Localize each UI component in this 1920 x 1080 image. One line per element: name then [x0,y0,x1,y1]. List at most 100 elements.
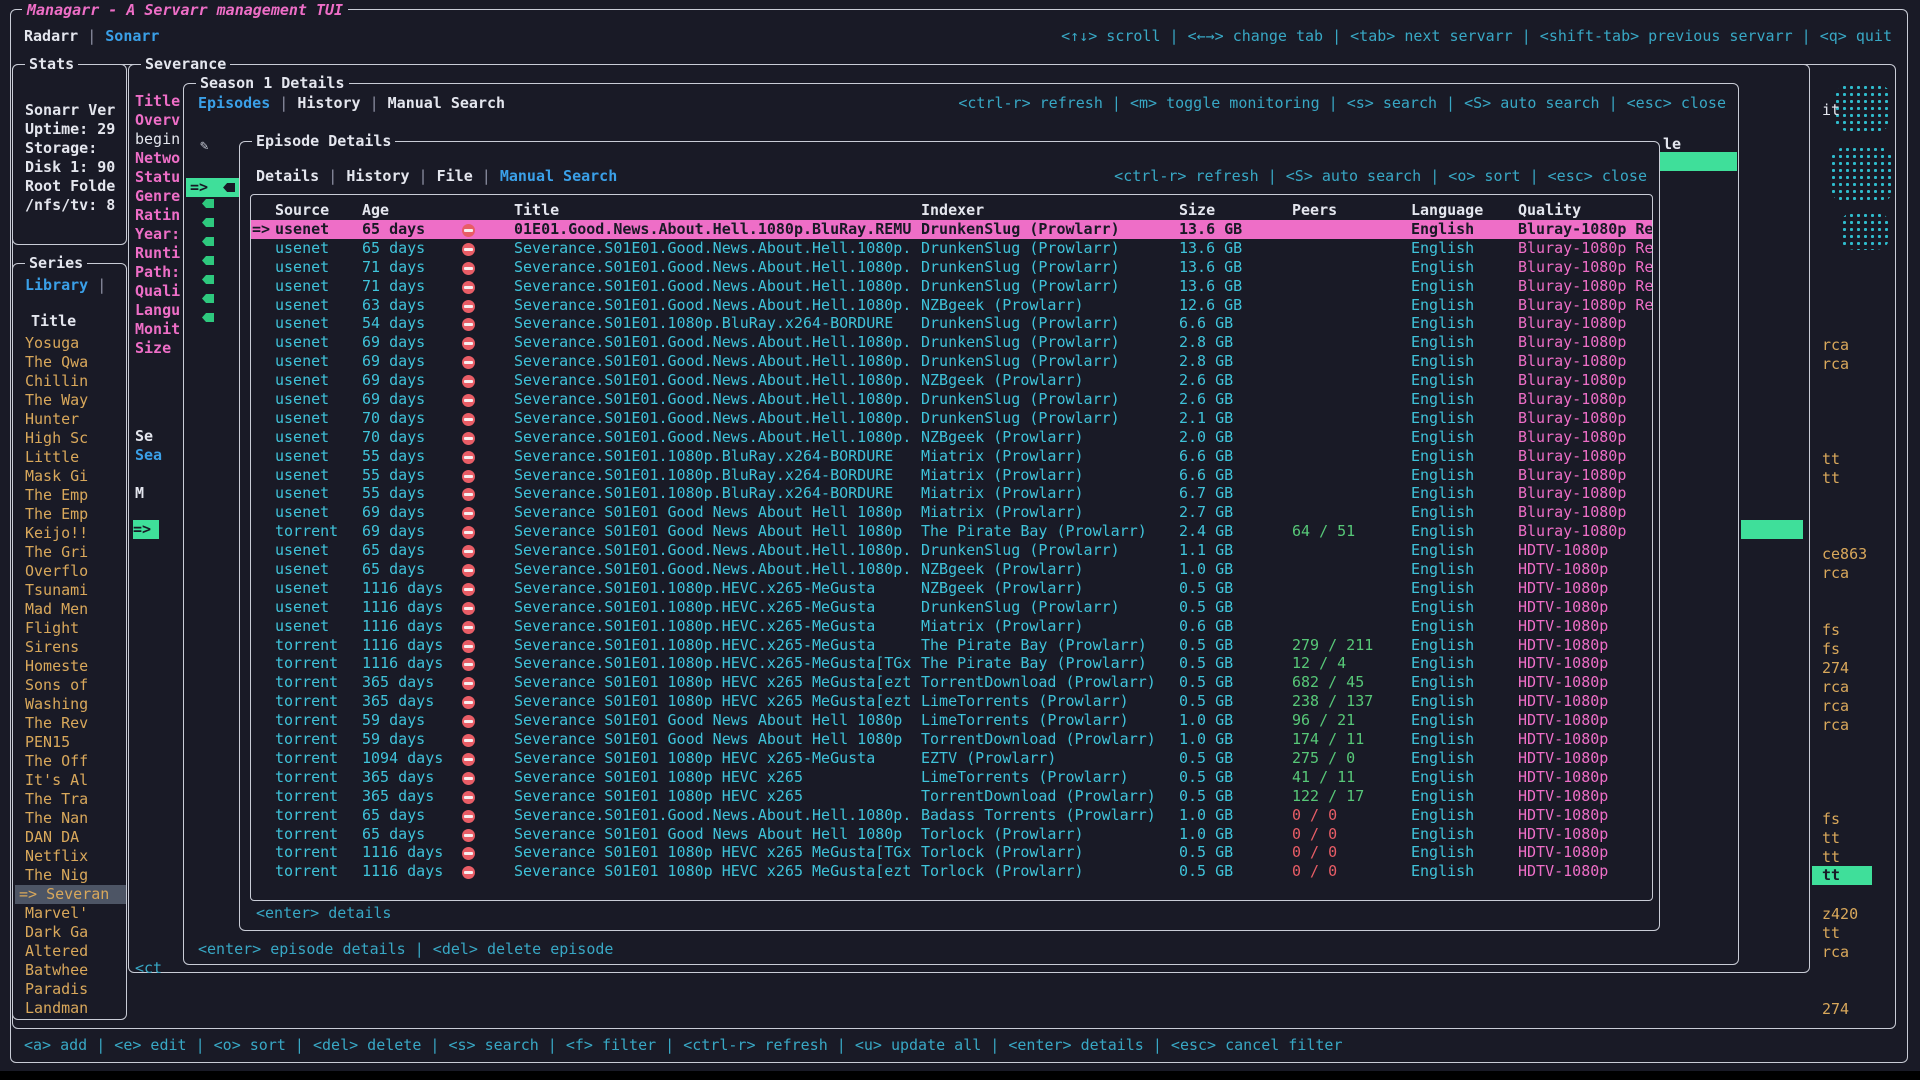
series-item[interactable]: The Way [15,391,126,410]
series-item[interactable]: High Sc [15,429,126,448]
series-item[interactable]: The Tra [15,790,126,809]
series-item[interactable]: Landman [15,999,126,1018]
release-row[interactable]: usenet71 daysSeverance.S01E01.Good.News.… [251,258,1652,277]
column-header[interactable] [461,201,513,220]
tab-manual-search[interactable]: Manual Search [500,167,617,185]
tab-history[interactable]: History [346,167,409,185]
release-row[interactable]: usenet1116 daysSeverance.S01E01.1080p.HE… [251,617,1652,636]
series-item[interactable]: The Nan [15,809,126,828]
series-item[interactable]: Batwhee [15,961,126,980]
series-item[interactable]: The Emp [15,486,126,505]
release-row[interactable]: usenet69 daysSeverance.S01E01.Good.News.… [251,352,1652,371]
column-header[interactable]: Title [513,201,920,220]
selected-season-bar[interactable]: => [133,520,159,539]
release-row[interactable]: usenet55 daysSeverance.S01E01.1080p.BluR… [251,447,1652,466]
series-item[interactable]: Chillin [15,372,126,391]
tab-details[interactable]: Details [256,167,319,185]
series-item[interactable]: Washing [15,695,126,714]
series-item[interactable]: Mask Gi [15,467,126,486]
seasons-header-fragment: M [135,484,144,503]
series-item[interactable]: Sirens [15,638,126,657]
series-item[interactable]: Netflix [15,847,126,866]
column-header[interactable]: Age [361,201,461,220]
release-row[interactable]: usenet65 daysSeverance.S01E01.Good.News.… [251,560,1652,579]
series-item[interactable]: => Severan [15,885,126,904]
column-header[interactable]: Peers [1291,201,1410,220]
release-row[interactable]: torrent69 daysSeverance S01E01 Good News… [251,522,1652,541]
series-list: YosugaThe QwaChillinThe WayHunterHigh Sc… [15,334,126,1018]
release-row[interactable]: =>usenet65 days01E01.Good.News.About.Hel… [251,220,1652,239]
series-item[interactable]: The Off [15,752,126,771]
release-row[interactable]: torrent1116 daysSeverance.S01E01.1080p.H… [251,654,1652,673]
series-item[interactable]: It's Al [15,771,126,790]
release-row[interactable]: usenet70 daysSeverance.S01E01.Good.News.… [251,409,1652,428]
underlay-text-fragment: tt [1822,450,1840,469]
release-row[interactable]: torrent1116 daysSeverance S01E01 1080p H… [251,862,1652,881]
tab-episodes[interactable]: Episodes [198,94,270,112]
no-entry-icon [462,715,475,728]
series-item[interactable]: Keijo!! [15,524,126,543]
series-item[interactable]: Flight [15,619,126,638]
release-row[interactable]: torrent1116 daysSeverance S01E01 1080p H… [251,843,1652,862]
release-row[interactable]: usenet69 daysSeverance.S01E01.Good.News.… [251,390,1652,409]
tab-history[interactable]: History [297,94,360,112]
tab-file[interactable]: File [437,167,473,185]
release-row[interactable]: usenet1116 daysSeverance.S01E01.1080p.HE… [251,598,1652,617]
release-row[interactable]: usenet1116 daysSeverance.S01E01.1080p.HE… [251,579,1652,598]
release-row[interactable]: torrent59 daysSeverance S01E01 Good News… [251,730,1652,749]
tab-sonarr[interactable]: Sonarr [105,27,159,45]
series-item[interactable]: Marvel' [15,904,126,923]
release-row[interactable]: usenet69 daysSeverance.S01E01.Good.News.… [251,333,1652,352]
tab-radarr[interactable]: Radarr [24,27,78,45]
series-item[interactable]: PEN15 [15,733,126,752]
series-item[interactable]: DAN DA [15,828,126,847]
series-item[interactable]: Altered [15,942,126,961]
column-header[interactable]: Indexer [920,201,1178,220]
series-item[interactable]: Sons of [15,676,126,695]
release-row[interactable]: torrent365 daysSeverance S01E01 1080p HE… [251,768,1652,787]
release-row[interactable]: usenet63 daysSeverance.S01E01.Good.News.… [251,296,1652,315]
underlay-text-fragment: rca [1822,678,1849,697]
series-item[interactable]: The Emp [15,505,126,524]
release-row[interactable]: usenet71 daysSeverance.S01E01.Good.News.… [251,277,1652,296]
column-header[interactable]: Quality [1517,201,1653,220]
column-header[interactable]: Size [1178,201,1291,220]
release-row[interactable]: torrent65 daysSeverance S01E01 Good News… [251,825,1652,844]
library-tab[interactable]: Library | [25,276,106,295]
release-row[interactable]: usenet70 daysSeverance.S01E01.Good.News.… [251,428,1652,447]
column-header[interactable]: Source [274,201,361,220]
release-row[interactable]: torrent1116 daysSeverance.S01E01.1080p.H… [251,636,1652,655]
series-item[interactable]: Paradis [15,980,126,999]
release-row[interactable]: usenet65 daysSeverance.S01E01.Good.News.… [251,239,1652,258]
release-row[interactable]: usenet55 daysSeverance.S01E01.1080p.BluR… [251,484,1652,503]
detail-field-label: Title [135,92,182,111]
column-header[interactable]: Language [1410,201,1517,220]
no-entry-icon [462,356,475,369]
series-item[interactable]: The Qwa [15,353,126,372]
release-row[interactable]: torrent365 daysSeverance S01E01 1080p HE… [251,787,1652,806]
release-row[interactable]: torrent365 daysSeverance S01E01 1080p HE… [251,692,1652,711]
release-row[interactable]: usenet55 daysSeverance.S01E01.1080p.BluR… [251,466,1652,485]
series-item[interactable]: The Rev [15,714,126,733]
release-row[interactable]: torrent59 daysSeverance S01E01 Good News… [251,711,1652,730]
series-item[interactable]: Yosuga [15,334,126,353]
release-row[interactable]: torrent65 daysSeverance.S01E01.Good.News… [251,806,1652,825]
release-row[interactable]: usenet69 daysSeverance S01E01 Good News … [251,503,1652,522]
series-item[interactable]: The Nig [15,866,126,885]
underlay-green-cell [1741,520,1803,539]
release-row[interactable]: torrent365 daysSeverance S01E01 1080p HE… [251,673,1652,692]
series-item[interactable]: Dark Ga [15,923,126,942]
release-row[interactable]: usenet54 daysSeverance.S01E01.1080p.BluR… [251,314,1652,333]
series-item[interactable]: Homeste [15,657,126,676]
release-row[interactable]: usenet69 daysSeverance.S01E01.Good.News.… [251,371,1652,390]
release-row[interactable]: usenet65 daysSeverance.S01E01.Good.News.… [251,541,1652,560]
release-row[interactable]: torrent1094 daysSeverance S01E01 1080p H… [251,749,1652,768]
series-item[interactable]: Little [15,448,126,467]
detail-field-label: begin [135,130,182,149]
series-item[interactable]: Overflo [15,562,126,581]
series-item[interactable]: Mad Men [15,600,126,619]
series-item[interactable]: Tsunami [15,581,126,600]
series-item[interactable]: Hunter [15,410,126,429]
series-item[interactable]: The Gri [15,543,126,562]
tab-manual-search[interactable]: Manual Search [388,94,505,112]
